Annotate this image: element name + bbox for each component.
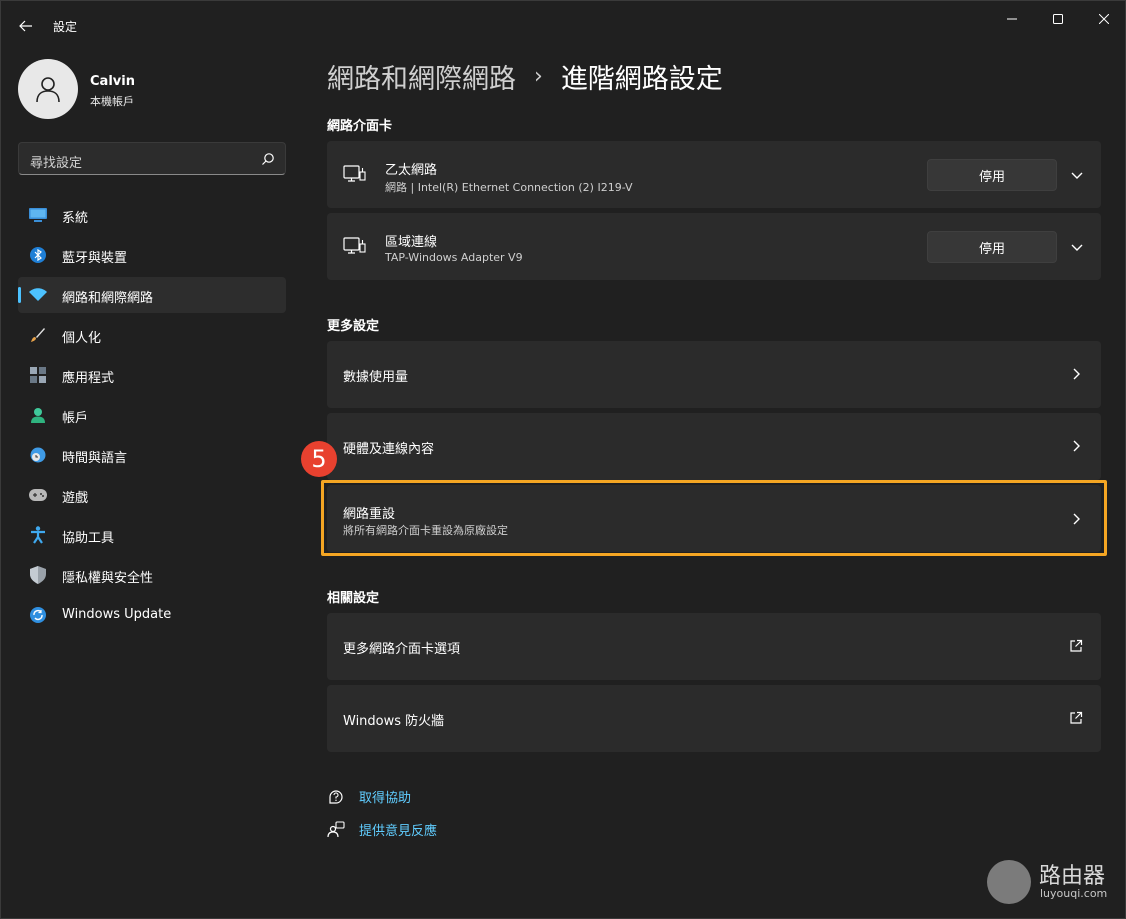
feedback-link[interactable]: 提供意見反應 [327, 820, 437, 839]
bluetooth-icon [29, 246, 47, 264]
sidebar-item-personalization[interactable]: 個人化 [18, 317, 286, 353]
external-link-icon [1070, 639, 1083, 652]
sidebar-item-label: 帳戶 [62, 411, 89, 426]
breadcrumb: 網路和網際網路 › 進階網路設定 [327, 57, 723, 96]
time-language-icon [29, 446, 47, 464]
sidebar-item-accessibility[interactable]: 協助工具 [18, 517, 286, 553]
accessibility-icon [29, 526, 47, 544]
account-icon [29, 406, 47, 424]
update-icon [29, 606, 47, 624]
breadcrumb-separator: › [534, 64, 543, 89]
hardware-connection-properties-link[interactable]: 硬體及連線內容 [327, 413, 1101, 480]
sidebar-item-label: 遊戲 [62, 491, 89, 506]
breadcrumb-parent[interactable]: 網路和網際網路 [327, 57, 516, 96]
sidebar-item-bluetooth[interactable]: 藍牙與裝置 [18, 237, 286, 273]
app-title: 設定 [53, 20, 78, 34]
router-logo-icon [987, 860, 1031, 904]
user-icon [36, 77, 60, 103]
wifi-icon [29, 286, 47, 304]
gamepad-icon [29, 486, 47, 504]
setting-title: Windows 防火牆 [343, 714, 445, 729]
setting-title: 更多網路介面卡選項 [343, 642, 461, 657]
step-badge: 5 [301, 441, 337, 477]
chevron-down-icon[interactable] [1069, 167, 1085, 183]
page-title: 進階網路設定 [560, 64, 723, 95]
maximize-button[interactable] [1035, 5, 1081, 33]
shield-icon [29, 566, 47, 584]
watermark-url: luyouqi.com [1040, 887, 1108, 900]
back-button[interactable] [13, 13, 39, 39]
back-arrow-icon [19, 20, 32, 32]
more-adapter-options-link[interactable]: 更多網路介面卡選項 [327, 613, 1101, 680]
sidebar-item-label: 隱私權與安全性 [62, 571, 154, 586]
disable-button[interactable]: 停用 [927, 159, 1057, 191]
get-help-label: 取得協助 [359, 791, 412, 806]
minimize-icon [1007, 18, 1017, 20]
apps-icon [29, 366, 47, 384]
sidebar-item-time-language[interactable]: 時間與語言 [18, 437, 286, 473]
sidebar-item-label: 應用程式 [62, 371, 115, 386]
sidebar-item-accounts[interactable]: 帳戶 [18, 397, 286, 433]
adapter-card-ethernet[interactable]: 乙太網路 網路 | Intel(R) Ethernet Connection (… [327, 141, 1101, 208]
disable-button[interactable]: 停用 [927, 231, 1057, 263]
title-bar: 設定 [1, 1, 1125, 49]
avatar [18, 59, 78, 119]
sidebar-nav: 系統 藍牙與裝置 網路和網際網路 個人化 應用程式 帳戶 時間與語言 遊戲 協助… [18, 197, 286, 637]
close-icon [1099, 14, 1109, 24]
setting-title: 硬體及連線內容 [343, 442, 435, 457]
sidebar-item-network[interactable]: 網路和網際網路 [18, 277, 286, 313]
watermark: 路由器 luyouqi.com [987, 858, 1111, 906]
sidebar-item-label: 網路和網際網路 [62, 291, 154, 306]
sidebar-item-label: 個人化 [62, 331, 102, 346]
get-help-link[interactable]: 取得協助 [327, 787, 411, 806]
search-placeholder: 尋找設定 [30, 156, 83, 171]
adapter-card-local[interactable]: 區域連線 TAP-Windows Adapter V9 停用 [327, 213, 1101, 280]
close-button[interactable] [1081, 5, 1126, 33]
adapter-name: 區域連線 [385, 235, 438, 250]
chevron-down-icon[interactable] [1069, 239, 1085, 255]
settings-window: 設定 Calvin 本機帳戶 尋找設定 系統 藍牙與裝置 網路和網際網路 個人化… [0, 0, 1126, 919]
section-title-more-settings: 更多設定 [327, 319, 380, 334]
ethernet-icon [343, 237, 366, 254]
adapter-name: 乙太網路 [385, 163, 438, 178]
sidebar-item-label: 協助工具 [62, 531, 115, 546]
brush-icon [29, 326, 47, 344]
watermark-text: 路由器 [1039, 864, 1106, 889]
external-link-icon [1070, 711, 1083, 724]
account-type: 本機帳戶 [90, 95, 134, 108]
sidebar-item-label: 藍牙與裝置 [62, 251, 128, 266]
highlight-box [321, 480, 1107, 556]
help-icon [329, 789, 343, 804]
feedback-icon [327, 820, 345, 837]
sidebar-item-windows-update[interactable]: Windows Update [18, 597, 286, 633]
search-icon[interactable] [261, 152, 275, 166]
chevron-right-icon [1073, 368, 1080, 380]
section-title-related-settings: 相關設定 [327, 591, 380, 606]
section-title-adapters: 網路介面卡 [327, 119, 393, 134]
user-name: Calvin [90, 74, 135, 89]
sidebar-item-system[interactable]: 系統 [18, 197, 286, 233]
chevron-right-icon [1073, 440, 1080, 452]
adapter-detail: 網路 | Intel(R) Ethernet Connection (2) I2… [385, 181, 633, 194]
sidebar-item-label: 系統 [62, 211, 89, 226]
sidebar-item-apps[interactable]: 應用程式 [18, 357, 286, 393]
sidebar-item-gaming[interactable]: 遊戲 [18, 477, 286, 513]
sidebar-item-privacy-security[interactable]: 隱私權與安全性 [18, 557, 286, 593]
setting-title: 數據使用量 [343, 370, 409, 385]
adapter-detail: TAP-Windows Adapter V9 [385, 251, 523, 264]
search-input[interactable]: 尋找設定 [18, 142, 286, 175]
feedback-label: 提供意見反應 [359, 824, 438, 839]
sidebar-item-label: Windows Update [62, 607, 172, 622]
ethernet-icon [343, 165, 366, 182]
minimize-button[interactable] [989, 5, 1035, 33]
maximize-icon [1053, 14, 1063, 24]
sidebar-item-label: 時間與語言 [62, 451, 128, 466]
data-usage-link[interactable]: 數據使用量 [327, 341, 1101, 408]
system-icon [29, 206, 47, 224]
windows-firewall-link[interactable]: Windows 防火牆 [327, 685, 1101, 752]
